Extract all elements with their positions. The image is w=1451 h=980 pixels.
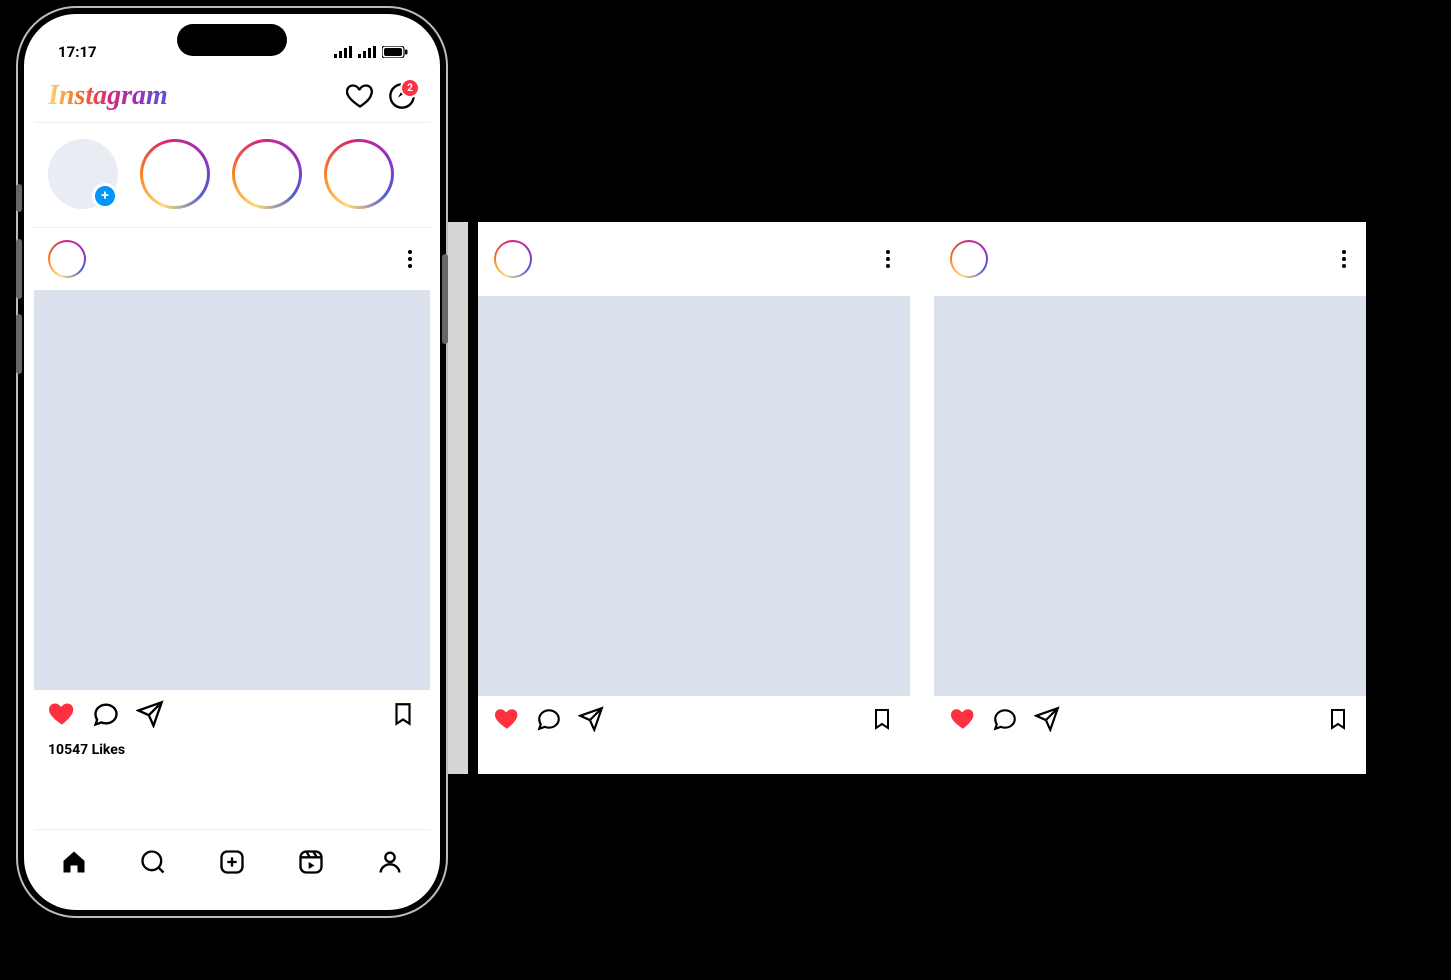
stories-row[interactable]: +: [34, 123, 430, 228]
post-author-avatar[interactable]: [48, 240, 86, 278]
likes-suffix: Likes: [92, 742, 125, 758]
post-image-placeholder[interactable]: [478, 296, 910, 696]
signal-icon: [334, 46, 352, 58]
post-more-button[interactable]: [1338, 246, 1350, 272]
phone-notch: [177, 24, 287, 56]
likes-line[interactable]: 10547 Likes: [34, 734, 430, 764]
bookmark-icon[interactable]: [390, 701, 416, 727]
post-more-button[interactable]: [882, 246, 894, 272]
comment-icon[interactable]: [92, 700, 120, 728]
phone-volume-up: [16, 239, 22, 299]
tab-home[interactable]: [60, 848, 88, 876]
phone-frame: 17:17 Instagram: [18, 8, 446, 916]
bottom-tab-bar: [34, 829, 430, 894]
battery-icon: [382, 46, 408, 58]
share-icon[interactable]: [1034, 706, 1060, 732]
tab-profile[interactable]: [376, 848, 404, 876]
status-time: 17:17: [58, 43, 97, 61]
story-item[interactable]: [232, 139, 302, 209]
signal-icon: [358, 46, 376, 58]
activity-heart-icon[interactable]: [346, 82, 374, 110]
share-icon[interactable]: [136, 700, 164, 728]
comment-icon[interactable]: [992, 706, 1018, 732]
story-item[interactable]: [140, 139, 210, 209]
post-author-avatar[interactable]: [950, 240, 988, 278]
phone-volume-down: [16, 314, 22, 374]
phone-mute-switch: [16, 184, 22, 212]
like-icon[interactable]: [494, 706, 520, 732]
comment-icon[interactable]: [536, 706, 562, 732]
tab-reels[interactable]: [297, 848, 325, 876]
direct-messages-button[interactable]: 2: [388, 82, 416, 110]
post-more-button[interactable]: [404, 246, 416, 272]
instagram-logo[interactable]: Instagram: [48, 80, 168, 112]
external-post-2: [934, 222, 1366, 752]
post-author-avatar[interactable]: [494, 240, 532, 278]
plus-icon: +: [92, 183, 118, 209]
story-item[interactable]: [324, 139, 394, 209]
share-icon[interactable]: [578, 706, 604, 732]
bookmark-icon[interactable]: [1326, 707, 1350, 731]
bookmark-icon[interactable]: [870, 707, 894, 731]
phone-power-button: [442, 254, 448, 344]
like-icon[interactable]: [48, 700, 76, 728]
like-icon[interactable]: [950, 706, 976, 732]
likes-count: 10547: [48, 742, 88, 758]
dm-badge: 2: [400, 78, 420, 98]
tab-search[interactable]: [139, 848, 167, 876]
post-image-placeholder[interactable]: [934, 296, 1366, 696]
tab-create[interactable]: [218, 848, 246, 876]
external-post-1: [478, 222, 910, 752]
story-your-story[interactable]: +: [48, 139, 118, 209]
post-image-placeholder[interactable]: [34, 290, 430, 690]
